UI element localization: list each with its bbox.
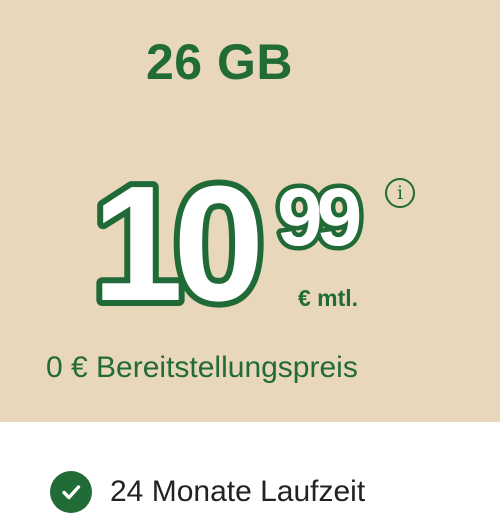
tariff-card-header: 26 GB 10 99 i € mtl. 0 € Bereitstellungs… xyxy=(0,0,500,422)
price-unit: € mtl. xyxy=(298,285,359,311)
price-integer: 10 xyxy=(92,160,258,330)
data-volume-label: 26 GB xyxy=(146,34,294,90)
price-decimals: 99 xyxy=(277,172,360,263)
feature-item: 24 Monate Laufzeit xyxy=(50,470,365,514)
feature-label: 24 Monate Laufzeit xyxy=(110,475,366,508)
check-circle-icon xyxy=(50,471,92,513)
price-display: 10 99 xyxy=(86,160,370,330)
info-icon[interactable]: i xyxy=(385,178,415,208)
setup-fee-label: 0 € Bereitstellungspreis xyxy=(46,351,358,384)
